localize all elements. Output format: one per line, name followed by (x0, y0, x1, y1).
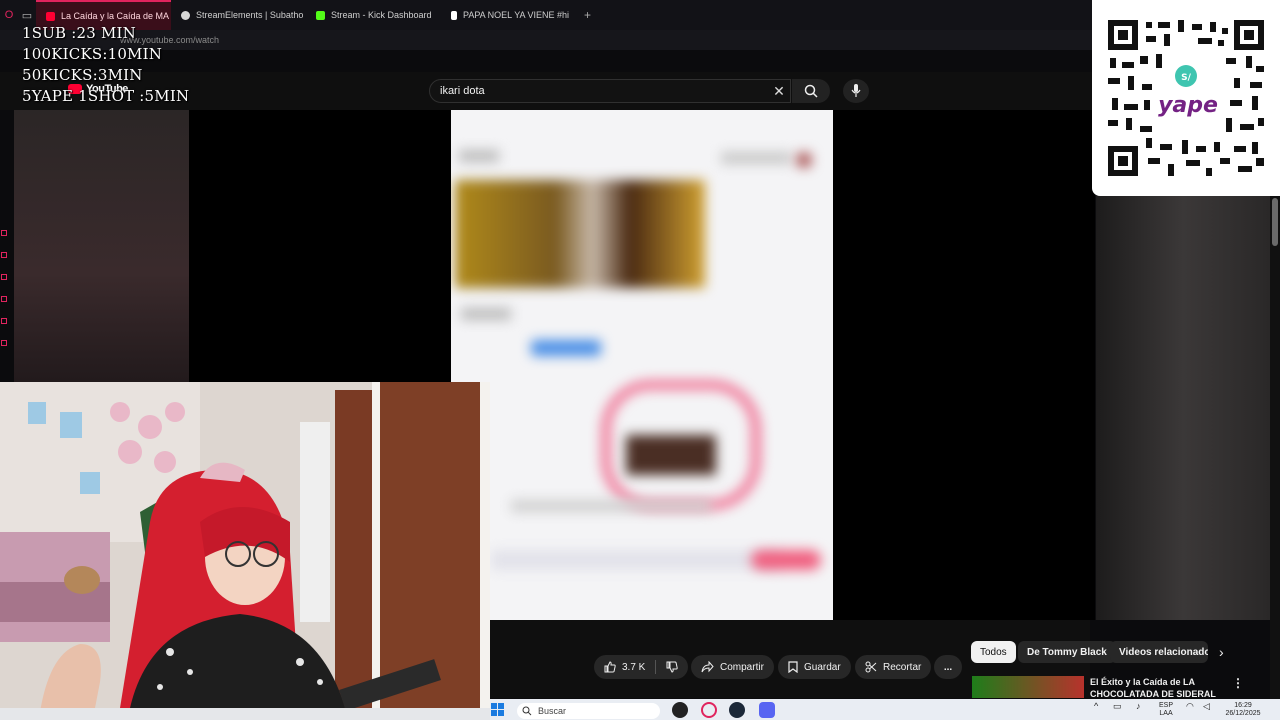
qr-badge: S/ (1181, 73, 1191, 83)
youtube-favicon-icon (46, 11, 55, 21)
blur-shape (455, 180, 705, 288)
chevron-up-icon[interactable]: ^ (1094, 702, 1098, 711)
subathon-overlay: 1SUB :23 MIN 100KICKS:10MIN 50KICKS:3MIN… (22, 23, 189, 107)
page-scrollbar[interactable] (1270, 196, 1280, 720)
tab-label: La Caída y la Caída de MA (61, 11, 170, 21)
new-tab-button[interactable]: + (576, 8, 599, 22)
language-indicator[interactable]: ESP LAA (1159, 702, 1173, 718)
clip-button[interactable]: Recortar (855, 655, 932, 679)
kick-favicon-icon (316, 10, 325, 20)
clock-date: 26/12/2025 (1225, 710, 1261, 717)
streamelements-favicon-icon (181, 10, 190, 20)
chip-todos[interactable]: Todos (971, 641, 1016, 663)
share-label: Compartir (720, 661, 764, 673)
clock-time: 16:29 (1234, 702, 1252, 709)
related-video-thumbnail[interactable] (972, 676, 1084, 698)
streamer-webcam (0, 382, 490, 708)
chip-label: Videos relacionados (1119, 646, 1208, 658)
bookmark-icon (788, 661, 798, 673)
webcam-bottom-strip (0, 708, 490, 720)
taskbar-search-placeholder: Buscar (538, 706, 567, 716)
tab-kick-dashboard[interactable]: Stream - Kick Dashboard (306, 0, 441, 30)
microphone-tray-icon[interactable]: ♪ (1136, 702, 1141, 711)
overlay-line: 50KICKS:3MIN (22, 66, 143, 84)
like-button[interactable]: 3.7 K (594, 655, 689, 679)
network-icon[interactable]: ▭ (1113, 702, 1122, 711)
more-actions-button[interactable]: ... (934, 655, 962, 679)
blur-shape (491, 550, 781, 570)
blur-shape (459, 150, 499, 162)
like-count: 3.7 K (622, 661, 646, 673)
share-button[interactable]: Compartir (691, 655, 774, 679)
chip-label: De Tommy Black (1027, 646, 1107, 658)
webcam-scene (0, 382, 490, 708)
windows-start-icon[interactable] (491, 703, 504, 716)
divider (655, 660, 657, 674)
scissors-icon (865, 661, 877, 673)
tab-label: PAPA NOEL YA VIENE #hi (463, 10, 570, 20)
chip-label: Todos (980, 646, 1007, 658)
save-label: Guardar (804, 661, 841, 673)
chip-videos-relacionados[interactable]: Videos relacionados (1110, 641, 1208, 663)
search-icon (804, 84, 818, 98)
screen: O ▭ La Caída y la Caída de MA StreamElem… (0, 0, 1280, 720)
opera-browser-icon[interactable] (701, 702, 717, 718)
clip-label: Recortar (883, 661, 922, 673)
blur-shape (531, 340, 601, 356)
chevron-right-icon[interactable]: › (1219, 644, 1224, 660)
discord-icon[interactable] (759, 702, 775, 718)
overlay-line: 5YAPE 1SHOT :5MIN (22, 87, 190, 105)
sidebar-icon-strip (0, 230, 10, 380)
tab-label: StreamElements | Subatho (196, 10, 304, 20)
blur-shape (721, 152, 791, 164)
scrollbar-thumb[interactable] (1272, 198, 1278, 246)
blur-shape (511, 500, 711, 512)
taskbar-search[interactable]: Buscar (517, 703, 660, 719)
blur-shape (796, 152, 812, 168)
clear-search-icon[interactable]: ✕ (770, 82, 788, 100)
steam-icon[interactable] (729, 702, 745, 718)
tab-label: Stream - Kick Dashboard (331, 10, 432, 20)
share-icon (701, 661, 714, 673)
blurred-sidebar (14, 110, 189, 382)
blur-shape (461, 308, 511, 320)
search-value: ikari dota (440, 85, 485, 97)
qr-code-icon: S/ yape (1106, 18, 1266, 178)
tab-streamelements[interactable]: StreamElements | Subatho (171, 0, 306, 30)
blur-shape (626, 435, 716, 475)
clock[interactable]: 16:29 26/12/2025 (1218, 702, 1268, 718)
tab-tiktok[interactable]: PAPA NOEL YA VIENE #hi (441, 0, 576, 30)
thumbs-up-icon (604, 661, 616, 673)
obs-icon[interactable] (672, 702, 688, 718)
lang-code: ESP (1159, 702, 1174, 709)
overlay-line: 100KICKS:10MIN (22, 45, 163, 63)
wifi-icon[interactable]: ◠ (1186, 702, 1194, 711)
lang-sub: LAA (1159, 710, 1173, 717)
more-icon: ... (943, 661, 953, 673)
volume-icon[interactable]: ◁ (1203, 702, 1210, 711)
microphone-icon (851, 84, 861, 97)
chip-de-tommy-black[interactable]: De Tommy Black (1018, 641, 1116, 663)
video-frame-blurred-document (451, 110, 833, 620)
save-button[interactable]: Guardar (778, 655, 851, 679)
search-button[interactable] (792, 79, 830, 103)
related-video-title[interactable]: El Éxito y la Caída de LA CHOCOLATADA DE… (1090, 676, 1220, 700)
overlay-line: 1SUB :23 MIN (22, 24, 136, 42)
kebab-menu-icon[interactable]: ⋮ (1232, 676, 1244, 690)
search-input[interactable]: ikari dota (429, 79, 791, 103)
opera-icon[interactable]: O (0, 0, 18, 30)
blur-shape (751, 550, 821, 570)
yape-logo-text: yape (1158, 93, 1218, 118)
yape-qr-code: S/ yape (1092, 0, 1280, 196)
tiktok-favicon-icon (451, 10, 457, 20)
thumbs-down-icon[interactable] (666, 661, 679, 673)
blurred-right-panel (1096, 196, 1270, 620)
voice-search-button[interactable] (843, 79, 869, 103)
search-icon (522, 706, 532, 716)
